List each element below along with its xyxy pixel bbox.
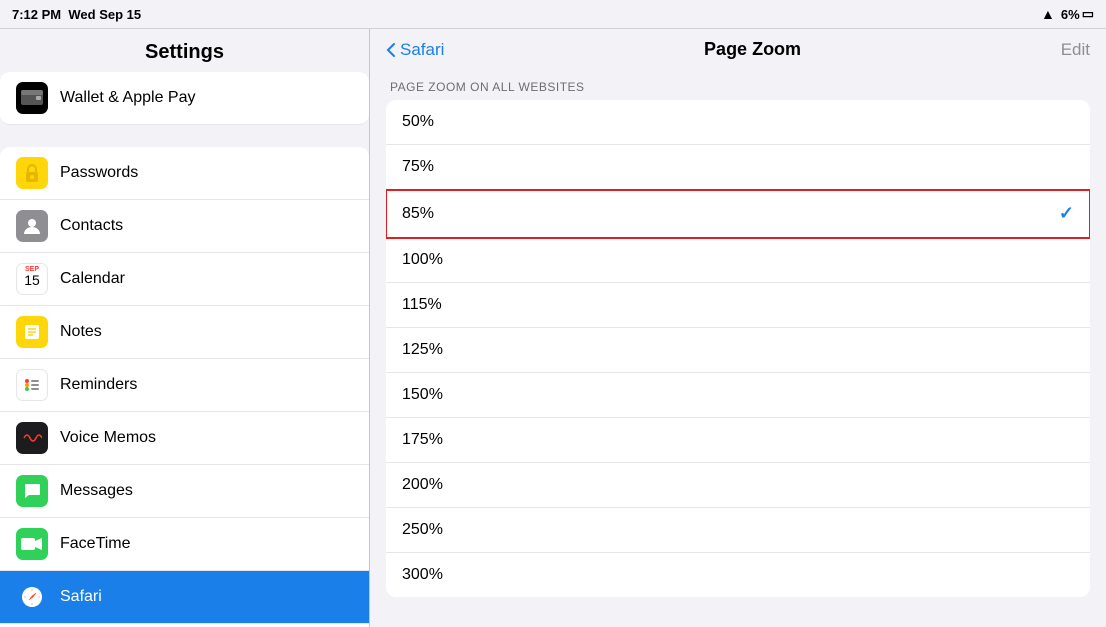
sidebar-group-apps: Passwords Contacts SEP 15 Calendar (0, 147, 369, 627)
notes-icon (16, 316, 48, 348)
zoom-option-85[interactable]: 85% ✓ (386, 190, 1090, 238)
sidebar-item-reminders[interactable]: Reminders (0, 359, 369, 412)
detail-panel: Safari Page Zoom Edit PAGE ZOOM ON ALL W… (370, 29, 1106, 627)
zoom-option-300[interactable]: 300% (386, 553, 1090, 597)
sidebar-list: Wallet & Apple Pay Passwords Contacts (0, 72, 369, 627)
wallet-icon (16, 82, 48, 114)
detail-content: PAGE ZOOM ON ALL WEBSITES 50% 75% 85% ✓ 100%… (370, 68, 1106, 627)
facetime-icon (16, 528, 48, 560)
zoom-label-200: 200% (402, 476, 443, 494)
sidebar-item-wallet[interactable]: Wallet & Apple Pay (0, 72, 369, 125)
zoom-option-115[interactable]: 115% (386, 283, 1090, 328)
wifi-icon: ▲ (1041, 6, 1055, 22)
sidebar-label-wallet: Wallet & Apple Pay (60, 89, 195, 107)
sidebar-label-notes: Notes (60, 323, 102, 341)
status-right: ▲ 6% ▭ (1041, 6, 1094, 22)
zoom-option-250[interactable]: 250% (386, 508, 1090, 553)
passwords-icon (16, 157, 48, 189)
group-separator-1 (0, 127, 369, 147)
zoom-list: 50% 75% 85% ✓ 100% 115% 125% 150% 175% 200% 250% 30… (386, 100, 1090, 597)
sidebar-label-calendar: Calendar (60, 270, 125, 288)
sidebar-label-voicememos: Voice Memos (60, 429, 156, 447)
sidebar-item-safari[interactable]: Safari (0, 571, 369, 624)
safari-icon (16, 581, 48, 613)
calendar-icon: SEP 15 (16, 263, 48, 295)
sidebar: Settings Wallet & Apple Pay Passwords (0, 29, 370, 627)
sidebar-item-contacts[interactable]: Contacts (0, 200, 369, 253)
sidebar-label-passwords: Passwords (60, 164, 138, 182)
zoom-label-300: 300% (402, 566, 443, 584)
zoom-option-200[interactable]: 200% (386, 463, 1090, 508)
back-button[interactable]: Safari (386, 40, 444, 60)
battery-level: 6% ▭ (1061, 6, 1094, 22)
sidebar-label-safari: Safari (60, 588, 102, 606)
zoom-label-175: 175% (402, 431, 443, 449)
messages-icon (16, 475, 48, 507)
voicememos-icon (16, 422, 48, 454)
battery-icon: ▭ (1082, 6, 1094, 22)
contacts-icon (16, 210, 48, 242)
zoom-label-115: 115% (402, 296, 442, 314)
detail-title: Page Zoom (704, 39, 801, 60)
zoom-checkmark: ✓ (1059, 203, 1074, 224)
zoom-label-50: 50% (402, 113, 434, 131)
status-bar: 7:12 PM Wed Sep 15 ▲ 6% ▭ (0, 0, 1106, 28)
reminders-icon (16, 369, 48, 401)
detail-nav: Safari Page Zoom Edit (370, 29, 1106, 68)
sidebar-title: Settings (0, 29, 369, 72)
sidebar-label-facetime: FaceTime (60, 535, 131, 553)
zoom-option-100[interactable]: 100% (386, 238, 1090, 283)
section-header: PAGE ZOOM ON ALL WEBSITES (390, 80, 1090, 94)
sidebar-label-reminders: Reminders (60, 376, 137, 394)
zoom-option-150[interactable]: 150% (386, 373, 1090, 418)
status-time: 7:12 PM Wed Sep 15 (12, 7, 141, 22)
zoom-label-85: 85% (402, 205, 434, 223)
sidebar-item-messages[interactable]: Messages (0, 465, 369, 518)
main-layout: Settings Wallet & Apple Pay Passwords (0, 28, 1106, 627)
zoom-option-50[interactable]: 50% (386, 100, 1090, 145)
zoom-label-125: 125% (402, 341, 443, 359)
zoom-option-175[interactable]: 175% (386, 418, 1090, 463)
back-label: Safari (400, 40, 444, 60)
edit-button[interactable]: Edit (1061, 40, 1090, 60)
sidebar-label-contacts: Contacts (60, 217, 123, 235)
zoom-option-125[interactable]: 125% (386, 328, 1090, 373)
sidebar-item-voicememos[interactable]: Voice Memos (0, 412, 369, 465)
zoom-label-150: 150% (402, 386, 443, 404)
zoom-label-100: 100% (402, 251, 443, 269)
sidebar-label-messages: Messages (60, 482, 133, 500)
sidebar-item-passwords[interactable]: Passwords (0, 147, 369, 200)
zoom-label-250: 250% (402, 521, 443, 539)
zoom-label-75: 75% (402, 158, 434, 176)
sidebar-item-facetime[interactable]: FaceTime (0, 518, 369, 571)
zoom-option-75[interactable]: 75% (386, 145, 1090, 190)
sidebar-item-calendar[interactable]: SEP 15 Calendar (0, 253, 369, 306)
sidebar-item-notes[interactable]: Notes (0, 306, 369, 359)
